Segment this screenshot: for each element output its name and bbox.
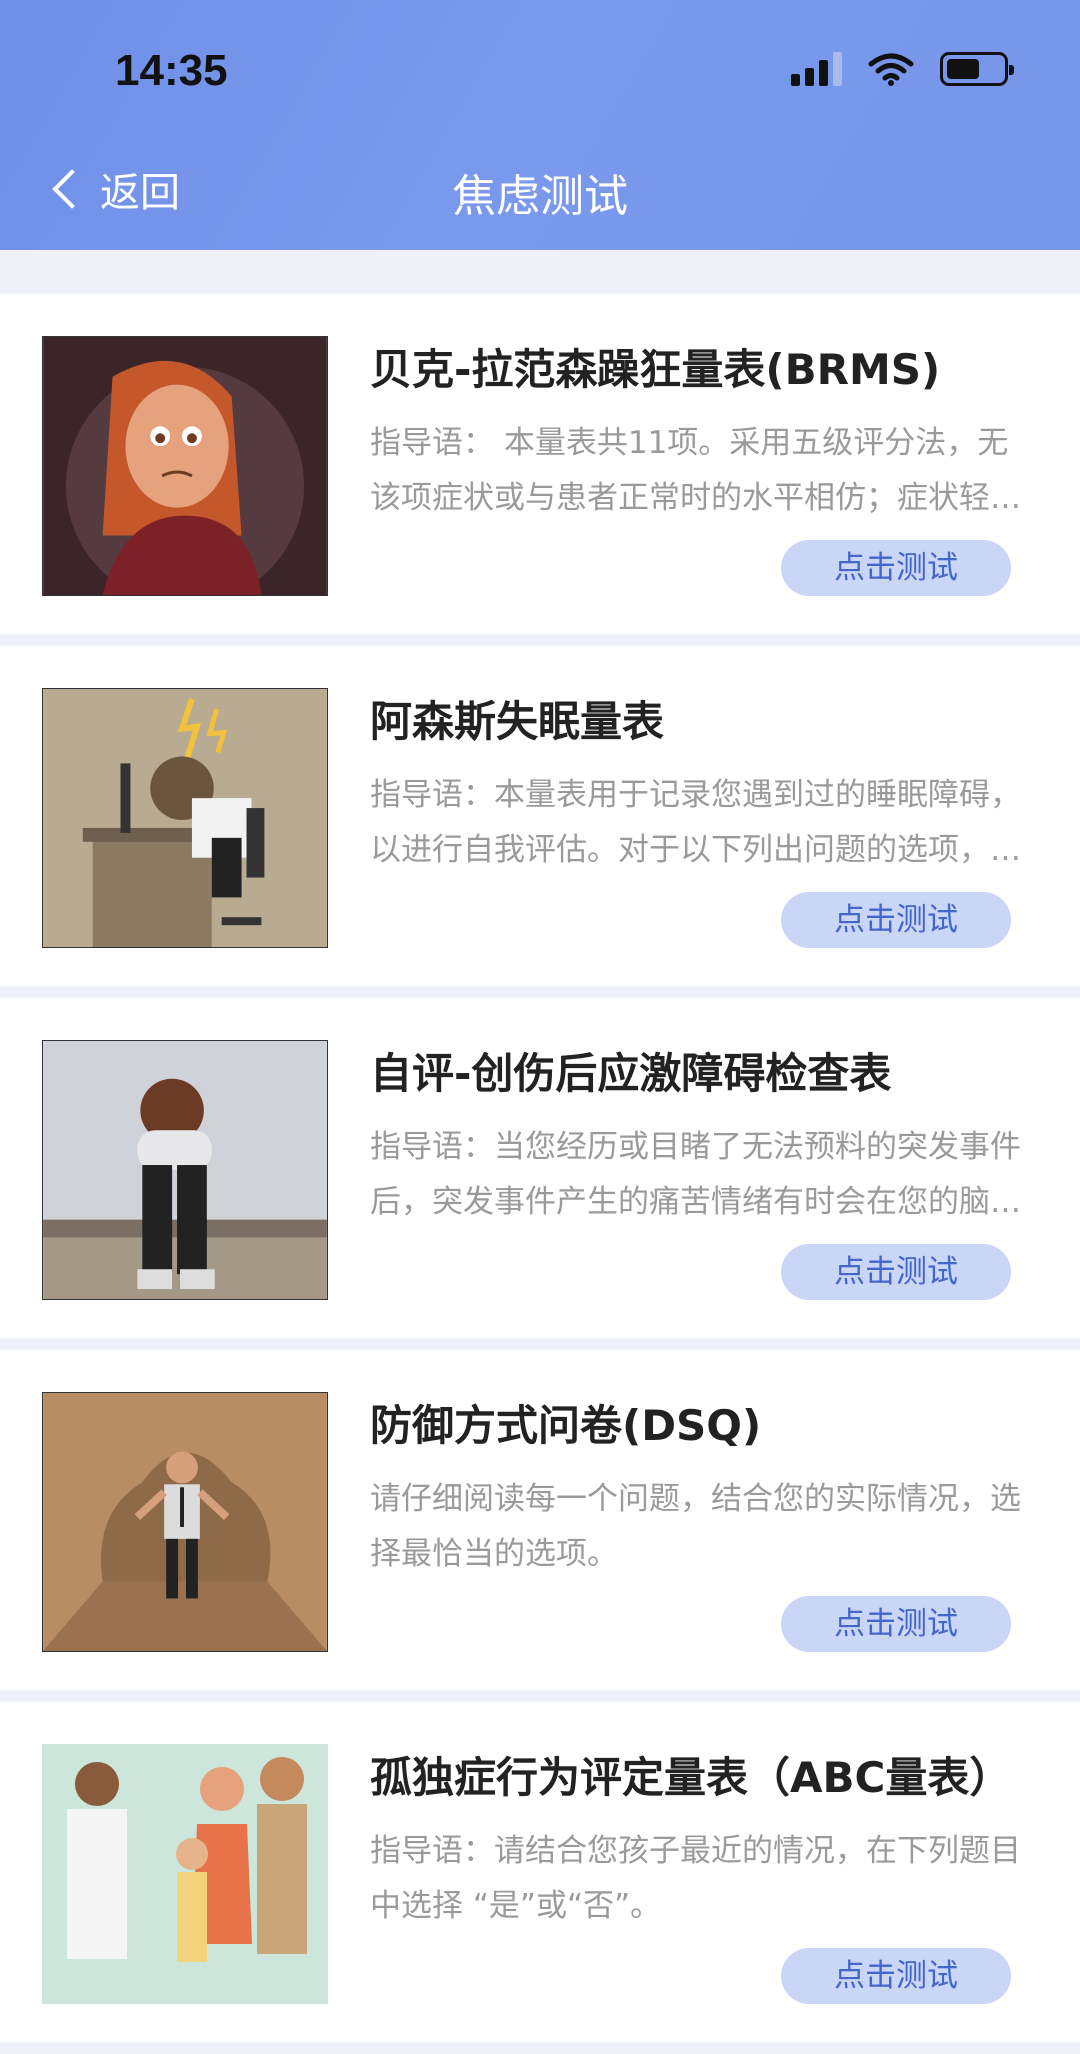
test-list: 贝克-拉范森躁狂量表(BRMS) 指导语： 本量表共11项。采用五级评分法，无该… — [0, 294, 1080, 2054]
test-title: 自评-创伤后应激障碍检查表 — [370, 1049, 892, 1098]
man-with-monster-shadow-illustration — [42, 1392, 328, 1652]
test-card[interactable]: 防御方式问卷(DSQ) 请仔细阅读每一个问题，结合您的实际情况，选择最恰当的选项… — [0, 1350, 1080, 1690]
test-description: 指导语：请结合您孩子最近的情况，在下列题目中选择 “是”或“否”。 — [370, 1833, 1021, 1924]
header-bar: 14:35 返回 焦虑测试 — [0, 0, 1080, 250]
start-test-button[interactable]: 点击测试 — [781, 1596, 1011, 1652]
test-card[interactable]: 贝克-拉范森躁狂量表(BRMS) 指导语： 本量表共11项。采用五级评分法，无该… — [0, 294, 1080, 634]
status-icons — [791, 52, 1014, 86]
wifi-icon — [868, 53, 914, 86]
test-card[interactable]: 阿森斯失眠量表 指导语：本量表用于记录您遇到过的睡眠障碍，以进行自我评估。对于以… — [0, 646, 1080, 986]
start-test-button[interactable]: 点击测试 — [781, 892, 1011, 948]
anxious-woman-illustration — [42, 336, 328, 596]
test-title: 孤独症行为评定量表（ABC量表） — [370, 1753, 1012, 1802]
start-test-button[interactable]: 点击测试 — [781, 1948, 1011, 2004]
sad-person-hugging-knees-illustration — [42, 1040, 328, 1300]
stressed-man-at-desk-illustration — [42, 688, 328, 948]
start-test-button[interactable]: 点击测试 — [781, 1244, 1011, 1300]
test-description: 指导语： 本量表共11项。采用五级评分法，无该项症状或与患者正常时的水平相仿；症… — [370, 425, 1009, 516]
cellular-signal-icon — [791, 52, 842, 86]
test-title: 贝克-拉范森躁狂量表(BRMS) — [370, 345, 941, 394]
page-title: 焦虑测试 — [452, 171, 628, 222]
test-description: 指导语：本量表用于记录您遇到过的睡眠障碍，以进行自我评估。对于以下列出问题的选项… — [370, 777, 1021, 868]
start-test-button[interactable]: 点击测试 — [781, 540, 1011, 596]
test-card[interactable]: 自评-创伤后应激障碍检查表 指导语：当您经历或目睹了无法预料的突发事件后，突发事… — [0, 998, 1080, 1338]
test-description: 请仔细阅读每一个问题，结合您的实际情况，选择最恰当的选项。 — [370, 1481, 1021, 1572]
status-time: 14:35 — [115, 46, 228, 95]
test-card[interactable]: 孤独症行为评定量表（ABC量表） 指导语：请结合您孩子最近的情况，在下列题目中选… — [0, 1702, 1080, 2042]
doctor-and-family-illustration — [42, 1744, 328, 2004]
battery-icon — [940, 52, 1014, 86]
test-title: 阿森斯失眠量表 — [370, 697, 665, 746]
test-description: 指导语：当您经历或目睹了无法预料的突发事件后，突发事件产生的痛苦情绪有时会在您的… — [370, 1129, 1021, 1220]
test-title: 防御方式问卷(DSQ) — [370, 1401, 762, 1450]
